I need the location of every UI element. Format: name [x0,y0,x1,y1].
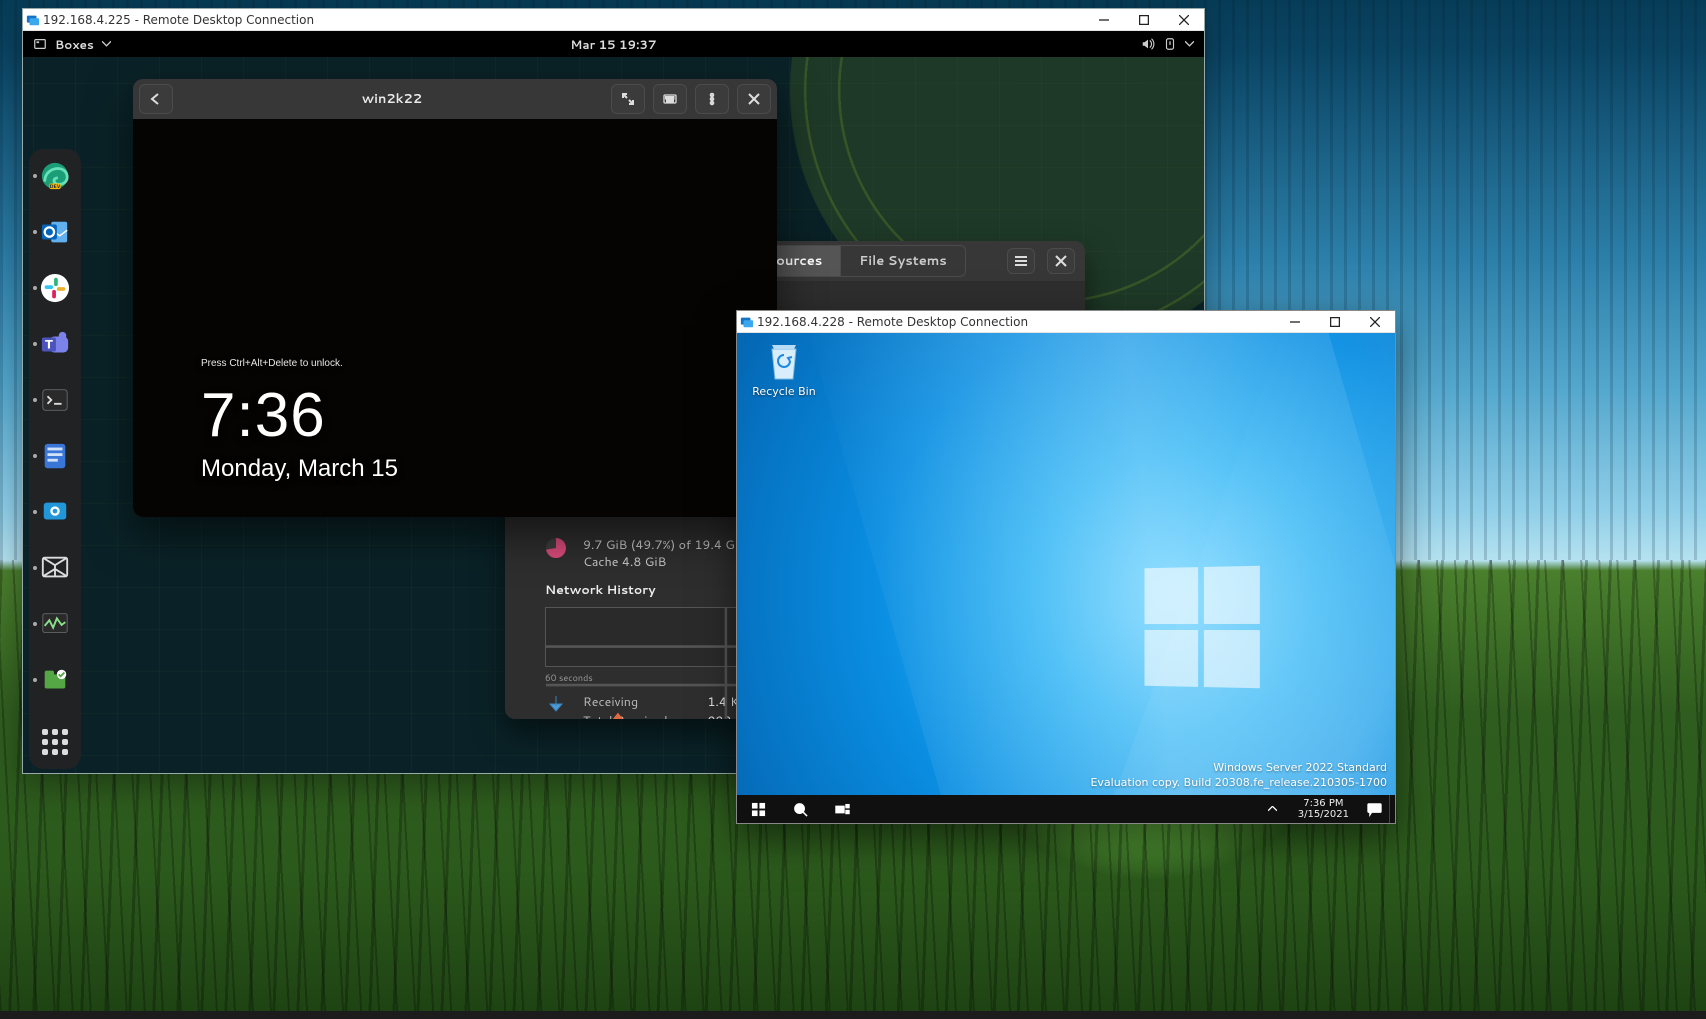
gnome-app-menu[interactable]: Boxes [23,31,121,57]
close-button[interactable] [1355,311,1395,332]
rdp-outer-titlebar[interactable]: 192.168.4.225 - Remote Desktop Connectio… [23,9,1204,31]
kebab-menu-button[interactable] [695,84,729,114]
dock-teams[interactable]: T [38,327,72,361]
task-view-button[interactable] [821,795,863,823]
boxes-window[interactable]: win2k22 Press Ctrl+Alt+Delete to unlock.… [133,79,777,517]
boxes-header[interactable]: win2k22 [133,79,777,119]
watermark: Windows Server 2022 Standard Evaluation … [1090,761,1387,791]
svg-text:T: T [45,339,53,352]
dock-terminal[interactable] [38,383,72,417]
host-taskbar[interactable] [0,1011,1706,1019]
tray-chevron-up-icon[interactable] [1258,795,1288,823]
action-center-button[interactable] [1359,795,1389,823]
dock-slack[interactable] [38,271,72,305]
boxes-title: win2k22 [177,90,607,108]
gnome-dock[interactable]: DEV T [29,149,81,769]
rdp-inner-window[interactable]: 192.168.4.228 - Remote Desktop Connectio… [736,310,1396,824]
windows-taskbar[interactable]: 7:36 PM 3/15/2021 [737,795,1395,823]
close-button[interactable] [737,84,771,114]
lockscreen-hint: Press Ctrl+Alt+Delete to unlock. [201,358,398,369]
back-button[interactable] [139,84,173,114]
gnome-clock[interactable]: Mar 15 19:37 [560,31,666,57]
hamburger-menu-button[interactable] [1007,248,1035,274]
show-desktop-button[interactable] [1389,795,1395,823]
dock-show-apps[interactable] [38,725,72,759]
minimize-button[interactable] [1084,9,1124,30]
dock-outlook[interactable] [38,215,72,249]
vm-display[interactable]: Press Ctrl+Alt+Delete to unlock. 7:36 Mo… [133,119,777,517]
dock-files[interactable] [38,663,72,697]
maximize-button[interactable] [1315,311,1355,332]
rdp-icon [23,13,43,27]
dock-todo[interactable] [38,439,72,473]
start-button[interactable] [737,795,779,823]
dock-system-monitor[interactable] [38,607,72,641]
chevron-down-icon [1185,41,1194,47]
gnome-top-bar[interactable]: Boxes Mar 15 19:37 [23,31,1204,57]
tab-file-systems[interactable]: File Systems [841,246,965,276]
dock-edge-dev[interactable]: DEV [38,159,72,193]
gnome-status-area[interactable] [1131,31,1204,57]
dock-boxes[interactable] [38,551,72,585]
volume-icon [1141,37,1155,51]
lockscreen-date: Monday, March 15 [201,455,398,483]
rdp-outer-title: 192.168.4.225 - Remote Desktop Connectio… [43,13,322,27]
power-icon [1163,37,1177,51]
dock-screenshot[interactable] [38,495,72,529]
windows-logo [1144,566,1259,689]
close-button[interactable] [1047,248,1075,274]
minimize-button[interactable] [1275,311,1315,332]
rdp-inner-titlebar[interactable]: 192.168.4.228 - Remote Desktop Connectio… [737,311,1395,333]
rdp-icon [737,315,757,329]
windows-server-desktop[interactable]: Recycle Bin Windows Server 2022 Standard… [737,333,1395,823]
svg-text:DEV: DEV [50,184,61,190]
memory-cache-text: Cache 4.8 GiB [583,554,747,571]
fullscreen-button[interactable] [611,84,645,114]
recycle-bin-icon[interactable]: Recycle Bin [749,341,819,398]
maximize-button[interactable] [1124,9,1164,30]
search-button[interactable] [779,795,821,823]
memory-usage-text: 9.7 GiB (49.7%) of 19.4 GiB [583,537,747,554]
rdp-inner-title: 192.168.4.228 - Remote Desktop Connectio… [757,315,1036,329]
lockscreen-time: 7:36 [201,385,398,447]
gnome-app-menu-label: Boxes [55,36,94,53]
close-button[interactable] [1164,9,1204,30]
recycle-bin-label: Recycle Bin [749,385,819,398]
taskbar-clock[interactable]: 7:36 PM 3/15/2021 [1288,798,1359,821]
memory-pie-icon [545,537,567,559]
send-keys-button[interactable] [653,84,687,114]
